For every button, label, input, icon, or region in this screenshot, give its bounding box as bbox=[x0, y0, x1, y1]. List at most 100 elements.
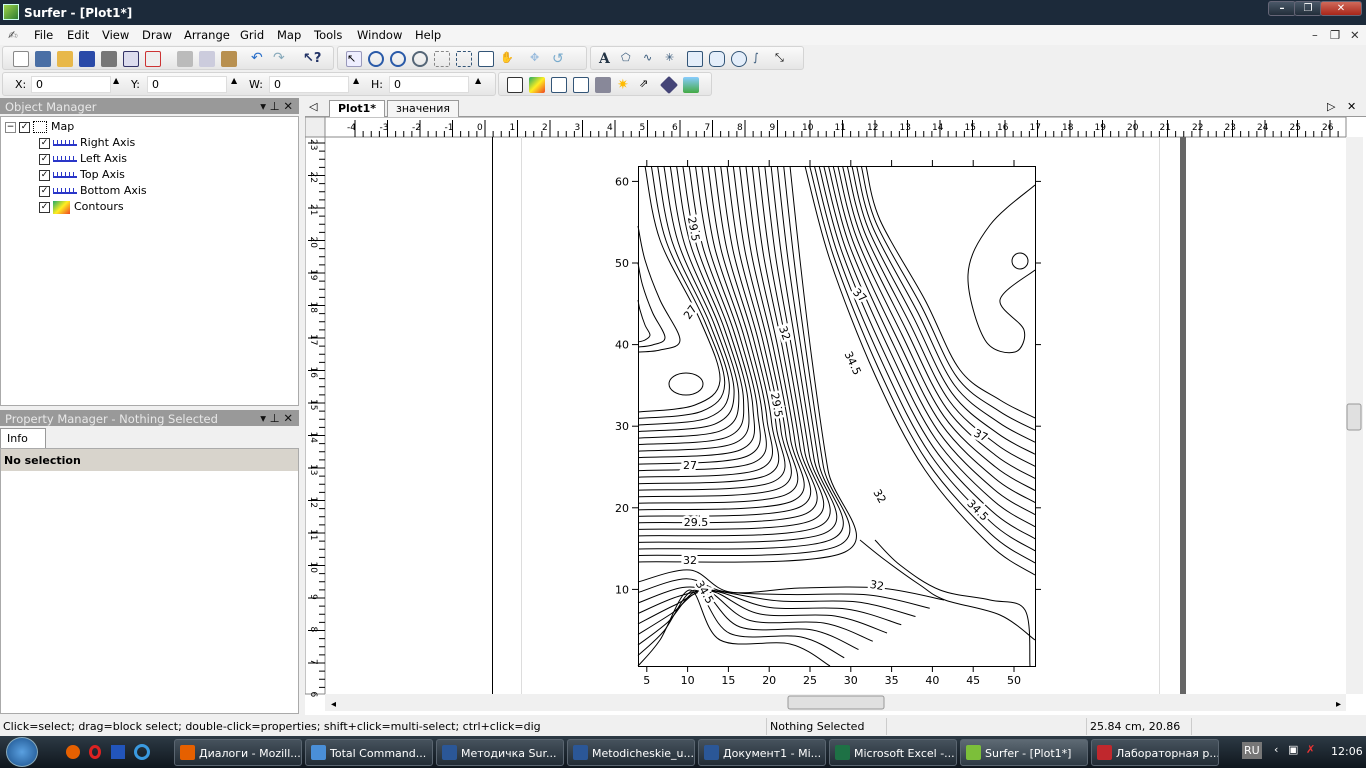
base-map-icon[interactable] bbox=[507, 77, 523, 93]
tab-scroll-left[interactable]: ◁ bbox=[309, 100, 317, 113]
image-map-icon[interactable] bbox=[595, 77, 611, 93]
menu-tools[interactable]: Tools bbox=[314, 28, 342, 42]
page-zoom-icon[interactable] bbox=[478, 51, 494, 67]
w-field[interactable]: 0 bbox=[269, 76, 349, 93]
zoom-in-icon[interactable] bbox=[368, 51, 384, 67]
cut-icon[interactable] bbox=[177, 51, 193, 67]
copy-icon[interactable] bbox=[199, 51, 215, 67]
panel-controls[interactable]: ▾ ⊥ ✕ bbox=[260, 411, 293, 425]
ie-quicklaunch-icon[interactable] bbox=[134, 744, 150, 760]
x-field[interactable]: 0 bbox=[31, 76, 111, 93]
rotate-icon[interactable]: ↺ bbox=[552, 51, 568, 67]
spline-icon[interactable]: ∫ bbox=[753, 51, 769, 67]
taskbar-item[interactable]: Metodicheskie_u... bbox=[567, 739, 695, 766]
scroll-left-arrow[interactable]: ◂ bbox=[331, 699, 336, 710]
panel-controls[interactable]: ▾ ⊥ ✕ bbox=[260, 99, 293, 113]
tree-item-bottom-axis[interactable]: ✓ Bottom Axis bbox=[39, 184, 147, 197]
save-quicklaunch-icon[interactable] bbox=[111, 745, 125, 759]
move-icon[interactable]: ✥ bbox=[530, 51, 546, 67]
export-icon[interactable] bbox=[123, 51, 139, 67]
ellipse-icon[interactable] bbox=[731, 51, 747, 67]
scroll-right-arrow[interactable]: ▸ bbox=[1336, 699, 1341, 710]
zoom-selected-icon[interactable] bbox=[456, 51, 472, 67]
mdi-minimize-button[interactable]: – bbox=[1312, 28, 1318, 42]
polyline-icon[interactable]: ∿ bbox=[643, 51, 659, 67]
polygon-icon[interactable]: ⬠ bbox=[621, 51, 637, 67]
tree-item-top-axis[interactable]: ✓ Top Axis bbox=[39, 168, 125, 181]
taskbar-item[interactable]: Total Command... bbox=[305, 739, 433, 766]
taskbar-item[interactable]: Лабораторная р... bbox=[1091, 739, 1219, 766]
taskbar-item[interactable]: Surfer - [Plot1*] bbox=[960, 739, 1088, 766]
menu-file[interactable]: File bbox=[34, 28, 53, 42]
menu-window[interactable]: Window bbox=[357, 28, 402, 42]
network-icon[interactable]: ▣ bbox=[1288, 743, 1298, 756]
mdi-restore-button[interactable]: ❐ bbox=[1330, 28, 1340, 42]
menu-edit[interactable]: Edit bbox=[67, 28, 89, 42]
start-button[interactable] bbox=[6, 737, 38, 767]
new-worksheet-icon[interactable] bbox=[35, 51, 51, 67]
clock[interactable]: 12:06 bbox=[1331, 745, 1363, 758]
text-icon[interactable]: A bbox=[599, 51, 615, 67]
tray-expand-icon[interactable]: ‹ bbox=[1274, 743, 1278, 756]
y-field[interactable]: 0 bbox=[147, 76, 227, 93]
new-plot-icon[interactable] bbox=[13, 51, 29, 67]
volume-icon[interactable]: ✗ bbox=[1306, 743, 1315, 756]
contour-map-icon[interactable] bbox=[529, 77, 545, 93]
surface-icon[interactable] bbox=[683, 77, 699, 93]
zoom-rectangle-icon[interactable] bbox=[434, 51, 450, 67]
y-spinner[interactable]: ▲ bbox=[231, 76, 237, 85]
maximize-button[interactable]: ❐ bbox=[1294, 1, 1322, 16]
reshape-icon[interactable]: ⤡ bbox=[775, 51, 791, 67]
plot-window[interactable]: -4 -3 -2 -1 0 1 2 3 4 5 6 7 8 9 10 11 12 13 14 15 16 17 18 19 20… bbox=[305, 117, 1366, 715]
select-pointer-icon[interactable]: ↖ bbox=[346, 51, 362, 67]
zoom-fit-icon[interactable] bbox=[412, 51, 428, 67]
taskbar-item[interactable]: Методичка Sur... bbox=[436, 739, 564, 766]
symbol-icon[interactable]: ✳ bbox=[665, 51, 681, 67]
classed-post-icon[interactable] bbox=[573, 77, 589, 93]
x-spinner[interactable]: ▲ bbox=[113, 76, 119, 85]
minimize-button[interactable]: – bbox=[1268, 1, 1296, 16]
tab-info[interactable]: Info bbox=[0, 428, 46, 448]
close-button[interactable]: ✕ bbox=[1320, 1, 1362, 16]
taskbar-item[interactable]: Диалоги - Mozill... bbox=[174, 739, 302, 766]
pan-hand-icon[interactable]: ✋ bbox=[500, 51, 516, 67]
h-field[interactable]: 0 bbox=[389, 76, 469, 93]
firefox-quicklaunch-icon[interactable] bbox=[66, 745, 80, 759]
tab-plot1[interactable]: Plot1* bbox=[329, 100, 386, 117]
opera-quicklaunch-icon[interactable] bbox=[89, 745, 101, 759]
import-icon[interactable] bbox=[145, 51, 161, 67]
undo-icon[interactable]: ↶ bbox=[251, 51, 267, 67]
menu-view[interactable]: View bbox=[102, 28, 129, 42]
menu-draw[interactable]: Draw bbox=[142, 28, 172, 42]
print-icon[interactable] bbox=[101, 51, 117, 67]
tree-item-right-axis[interactable]: ✓ Right Axis bbox=[39, 136, 135, 149]
taskbar-item[interactable]: Microsoft Excel -... bbox=[829, 739, 957, 766]
tree-item-contours[interactable]: ✓ Contours bbox=[39, 200, 124, 214]
zoom-out-icon[interactable] bbox=[390, 51, 406, 67]
post-map-icon[interactable] bbox=[551, 77, 567, 93]
vertical-scroll-thumb[interactable] bbox=[1346, 403, 1362, 431]
menu-help[interactable]: Help bbox=[415, 28, 441, 42]
tab-close[interactable]: ✕ bbox=[1347, 100, 1356, 113]
rectangle-icon[interactable] bbox=[687, 51, 703, 67]
tab-scroll-right[interactable]: ▷ bbox=[1327, 100, 1335, 113]
tree-item-map[interactable]: − ✓ Map bbox=[5, 120, 74, 133]
taskbar-item[interactable]: Документ1 - Mi... bbox=[698, 739, 826, 766]
open-icon[interactable] bbox=[57, 51, 73, 67]
w-spinner[interactable]: ▲ bbox=[353, 76, 359, 85]
redo-icon[interactable]: ↷ bbox=[273, 51, 289, 67]
vector-map-icon[interactable]: ⇗ bbox=[639, 77, 655, 93]
wireframe-icon[interactable] bbox=[659, 75, 679, 95]
menu-grid[interactable]: Grid bbox=[240, 28, 264, 42]
h-spinner[interactable]: ▲ bbox=[475, 76, 481, 85]
language-indicator[interactable]: RU bbox=[1242, 742, 1262, 759]
rounded-rectangle-icon[interactable] bbox=[709, 51, 725, 67]
horizontal-scroll-thumb[interactable] bbox=[787, 695, 885, 710]
menu-arrange[interactable]: Arrange bbox=[184, 28, 230, 42]
tree-item-left-axis[interactable]: ✓ Left Axis bbox=[39, 152, 127, 165]
tab-values[interactable]: значения bbox=[387, 100, 460, 117]
save-icon[interactable] bbox=[79, 51, 95, 67]
mdi-close-button[interactable]: ✕ bbox=[1350, 28, 1360, 42]
menu-map[interactable]: Map bbox=[277, 28, 301, 42]
help-pointer-icon[interactable]: ↖? bbox=[303, 51, 321, 67]
